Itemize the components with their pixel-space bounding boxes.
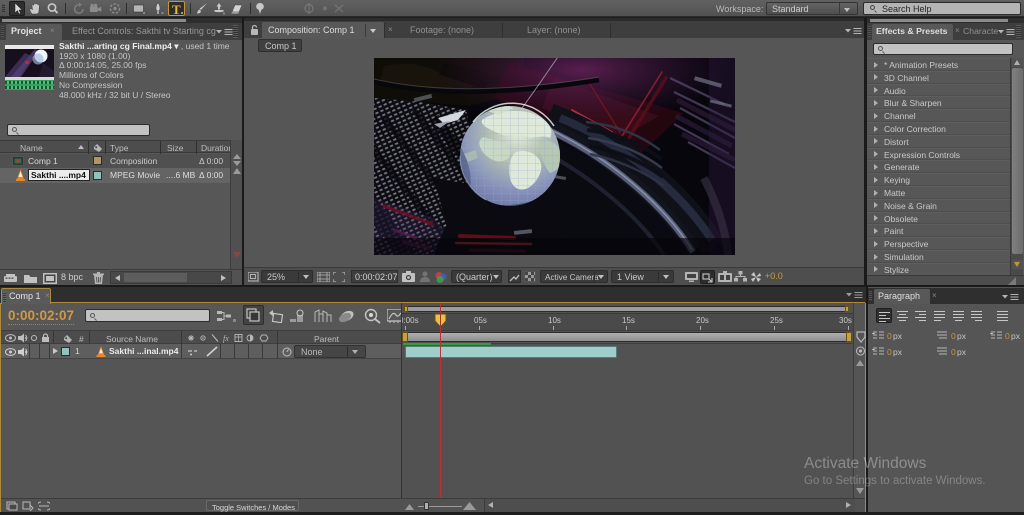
svg-text:fx: fx xyxy=(223,334,229,343)
